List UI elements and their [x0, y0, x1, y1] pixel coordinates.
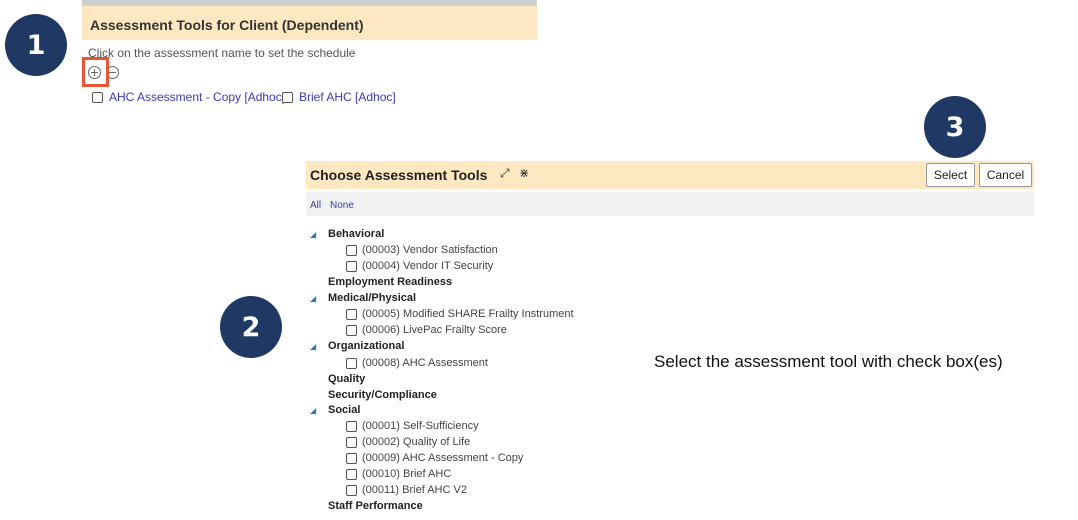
category-label[interactable]: Quality [328, 373, 365, 385]
tool-label: (00010) Brief AHC [362, 468, 452, 480]
tool-label: (00001) Self-Sufficiency [362, 420, 479, 432]
tool-checkbox[interactable] [346, 357, 357, 369]
choose-tools-title: Choose Assessment Tools [310, 167, 488, 183]
tool-checkbox[interactable] [346, 324, 357, 336]
tool-label: (00008) AHC Assessment [362, 357, 488, 369]
tool-checkbox[interactable] [346, 484, 357, 496]
schedule-hint: Click on the assessment name to set the … [88, 46, 356, 60]
cancel-button[interactable]: Cancel [979, 163, 1032, 187]
tool-checkbox[interactable] [346, 420, 357, 432]
tool-checkbox[interactable] [346, 308, 357, 320]
assigned-tool-item[interactable]: AHC Assessment - Copy [Adhoc] [92, 90, 285, 104]
assigned-tool-link[interactable]: Brief AHC [Adhoc] [299, 90, 396, 104]
category-label[interactable]: Behavioral [328, 228, 384, 240]
tool-label: (00011) Brief AHC V2 [362, 484, 467, 496]
expand-triangle-icon[interactable]: ◢ [310, 342, 316, 351]
step-marker-1: 1 [5, 14, 67, 76]
tool-item[interactable]: (00003) Vendor Satisfaction [346, 244, 498, 256]
tool-item[interactable]: (00001) Self-Sufficiency [346, 420, 479, 432]
selection-toolbar [306, 192, 1034, 216]
tool-item[interactable]: (00002) Quality of Life [346, 436, 470, 448]
instruction-note: Select the assessment tool with check bo… [654, 352, 1003, 371]
tool-item[interactable]: (00004) Vendor IT Security [346, 260, 493, 272]
tool-label: (00005) Modified SHARE Frailty Instrumen… [362, 308, 574, 320]
tool-checkbox[interactable] [346, 452, 357, 464]
expand-triangle-icon[interactable]: ◢ [310, 230, 316, 239]
tool-item[interactable]: (00010) Brief AHC [346, 468, 451, 480]
category-label[interactable]: Organizational [328, 340, 404, 352]
tool-item[interactable]: (00008) AHC Assessment [346, 357, 488, 369]
step-marker-3: 3 [924, 96, 986, 158]
assigned-tool-checkbox[interactable] [92, 91, 103, 103]
category-label[interactable]: Staff Performance [328, 500, 423, 512]
assessment-tools-title: Assessment Tools for Client (Dependent) [90, 17, 364, 33]
assigned-tool-checkbox[interactable] [282, 91, 293, 103]
tool-label: (00002) Quality of Life [362, 436, 471, 448]
category-label[interactable]: Employment Readiness [328, 276, 452, 288]
tool-item[interactable]: (00009) AHC Assessment - Copy [346, 452, 523, 464]
step-marker-2: 2 [220, 296, 282, 358]
select-button[interactable]: Select [926, 163, 975, 187]
assigned-tool-item[interactable]: Brief AHC [Adhoc] [282, 90, 396, 104]
select-none-link[interactable]: None [330, 200, 354, 211]
tool-item[interactable]: (00011) Brief AHC V2 [346, 484, 467, 496]
tool-checkbox[interactable] [346, 468, 357, 480]
tool-label: (00006) LivePac Frailty Score [362, 324, 507, 336]
category-label[interactable]: Security/Compliance [328, 389, 437, 401]
category-label[interactable]: Social [328, 404, 360, 416]
highlight-box [82, 57, 109, 87]
tool-item[interactable]: (00006) LivePac Frailty Score [346, 324, 507, 336]
assigned-tool-link[interactable]: AHC Assessment - Copy [Adhoc] [109, 90, 285, 104]
category-label[interactable]: Medical/Physical [328, 292, 416, 304]
tool-checkbox[interactable] [346, 244, 357, 256]
tool-label: (00004) Vendor IT Security [362, 260, 494, 272]
compress-icon[interactable]: ⋇ [519, 166, 529, 180]
expand-triangle-icon[interactable]: ◢ [310, 406, 316, 415]
select-all-link[interactable]: All [310, 200, 321, 211]
tool-label: (00009) AHC Assessment - Copy [362, 452, 524, 464]
expand-icon[interactable]: ⤢ [500, 166, 510, 181]
tool-checkbox[interactable] [346, 260, 357, 272]
tool-label: (00003) Vendor Satisfaction [362, 244, 498, 256]
expand-triangle-icon[interactable]: ◢ [310, 294, 316, 303]
tool-checkbox[interactable] [346, 436, 357, 448]
tool-item[interactable]: (00005) Modified SHARE Frailty Instrumen… [346, 308, 574, 320]
